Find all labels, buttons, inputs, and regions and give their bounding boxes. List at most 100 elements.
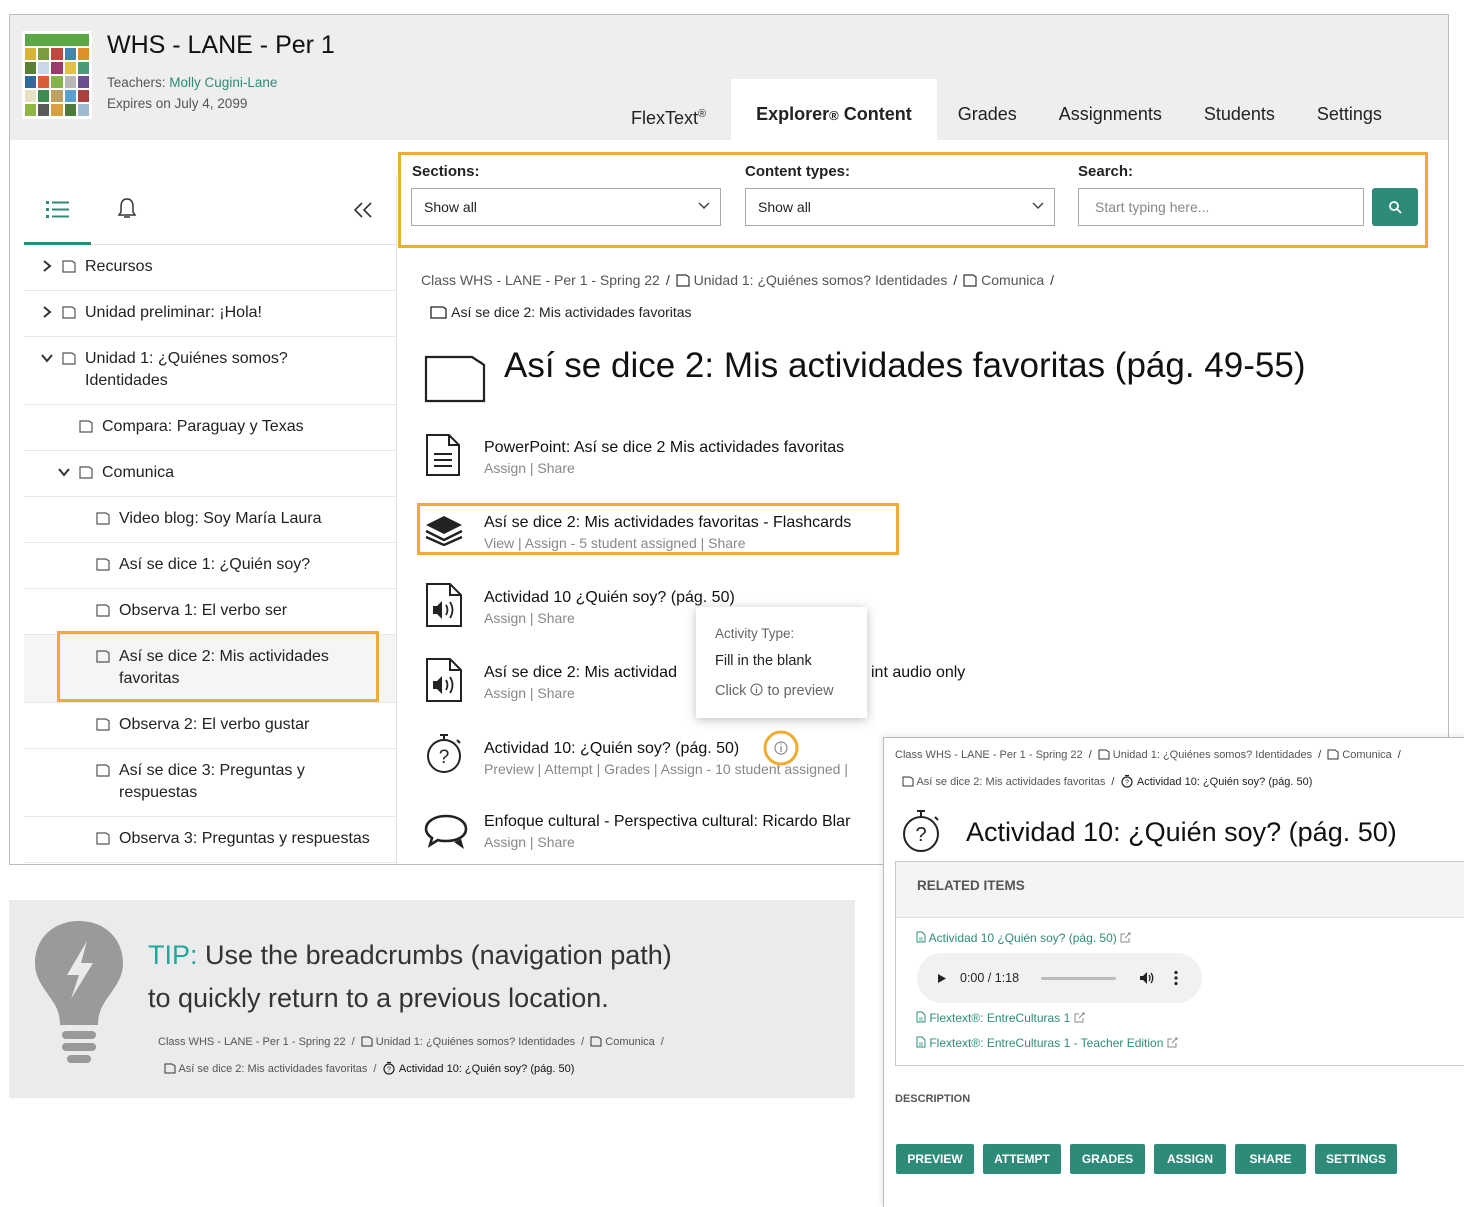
sidebar-item-label: Compara: Paraguay y Texas xyxy=(102,418,304,435)
external-link-icon xyxy=(1167,1037,1178,1048)
sidebar-item[interactable]: Compara: Paraguay y Texas xyxy=(24,405,396,451)
tab-settings[interactable]: Settings xyxy=(1296,79,1403,140)
sections-label: Sections: xyxy=(412,163,480,180)
sidebar-item-label: Observa 1: El verbo ser xyxy=(119,602,288,619)
search-button[interactable] xyxy=(1372,188,1418,226)
folder-icon xyxy=(96,718,110,731)
sidebar-item-label: Recursos xyxy=(85,258,153,275)
list-icon[interactable] xyxy=(46,199,70,219)
sidebar-item[interactable]: Video blog: Soy María Laura xyxy=(24,497,396,543)
chevron-down-icon xyxy=(698,202,710,210)
chevron-right-icon[interactable] xyxy=(40,305,54,319)
sidebar-item[interactable]: Observa 1: El verbo ser xyxy=(24,589,396,635)
folder-icon xyxy=(676,274,690,287)
layers-icon xyxy=(425,516,463,546)
document-icon xyxy=(916,1011,926,1023)
settings-button[interactable]: SETTINGS xyxy=(1315,1144,1397,1174)
content-tree: Recursos Unidad preliminar: ¡Hola! Unidad … xyxy=(24,245,396,863)
breadcrumb-section[interactable]: Comunica xyxy=(981,272,1044,288)
sidebar-item[interactable]: Unidad preliminar: ¡Hola! xyxy=(24,291,396,337)
detail-title: Actividad 10: ¿Quién soy? (pág. 50) xyxy=(966,817,1397,847)
volume-icon[interactable] xyxy=(1139,971,1155,985)
tab-students[interactable]: Students xyxy=(1183,79,1296,140)
folder-icon xyxy=(62,306,76,319)
bell-icon[interactable] xyxy=(117,197,137,221)
folder-icon xyxy=(62,352,76,365)
svg-text:?: ? xyxy=(1125,780,1129,787)
external-link-icon xyxy=(1074,1012,1085,1023)
tooltip-type-label: Activity Type: xyxy=(715,626,795,641)
folder-icon xyxy=(96,512,110,525)
sidebar-item[interactable]: Observa 3: Preguntas y respuestas xyxy=(24,817,396,863)
related-item-link[interactable]: Actividad 10 ¿Quién soy? (pág. 50) xyxy=(916,931,1131,945)
sidebar-item-label: Así se dice 1: ¿Quién soy? xyxy=(119,556,311,573)
sidebar-item-label: Así se dice 3: Preguntas y respuestas xyxy=(119,762,305,801)
grades-button[interactable]: GRADES xyxy=(1070,1144,1145,1174)
document-icon xyxy=(916,1036,926,1048)
chevron-down-icon[interactable] xyxy=(40,351,54,365)
sidebar-item[interactable]: Comunica xyxy=(24,451,396,497)
folder-icon xyxy=(430,306,447,319)
external-link-icon xyxy=(1120,932,1131,943)
sidebar-item-label: Comunica xyxy=(102,464,175,481)
chat-bubbles-icon xyxy=(424,814,468,849)
share-button[interactable]: SHARE xyxy=(1235,1144,1306,1174)
folder-icon xyxy=(590,1036,602,1047)
description-label: DESCRIPTION xyxy=(895,1093,971,1105)
filter-bar: Sections: Show all Content types: Show a… xyxy=(398,152,1428,248)
folder-icon xyxy=(361,1036,373,1047)
chevron-down-icon[interactable] xyxy=(57,465,71,479)
assign-button[interactable]: ASSIGN xyxy=(1154,1144,1226,1174)
course-title: WHS - LANE - Per 1 xyxy=(107,31,335,59)
chevron-right-icon[interactable] xyxy=(40,259,54,273)
breadcrumb-unit[interactable]: Unidad 1: ¿Quiénes somos? Identidades xyxy=(694,272,948,288)
sidebar-item-label: Observa 3: Preguntas y respuestas xyxy=(119,830,370,847)
content-types-label: Content types: xyxy=(745,163,850,180)
collapse-sidebar-icon[interactable] xyxy=(352,201,374,219)
sidebar-item[interactable]: Unidad 1: ¿Quiénes somos? Identidades xyxy=(24,337,396,405)
preview-button[interactable]: PREVIEW xyxy=(896,1144,974,1174)
content-types-select[interactable]: Show all xyxy=(745,188,1055,226)
content-item[interactable]: Así se dice 2: Mis actividad Assign | Sh… xyxy=(484,664,677,701)
info-icon[interactable] xyxy=(762,729,800,767)
sidebar-item-label: Observa 2: El verbo gustar xyxy=(119,716,310,733)
page-title: Así se dice 2: Mis actividades favoritas… xyxy=(504,346,1306,385)
tab-assignments[interactable]: Assignments xyxy=(1038,79,1183,140)
sidebar-item-label: Unidad 1: ¿Quiénes somos? Identidades xyxy=(85,350,288,389)
expiry-date: Expires on July 4, 2099 xyxy=(107,96,248,111)
stopwatch-question-icon: ? xyxy=(383,1061,396,1075)
breadcrumb-current: Así se dice 2: Mis actividades favoritas xyxy=(430,304,692,320)
search-icon xyxy=(1389,201,1402,214)
folder-icon xyxy=(96,832,110,845)
tab-explorer-content[interactable]: Explorer® Content xyxy=(731,79,937,140)
tab-grades[interactable]: Grades xyxy=(937,79,1038,140)
tab-flextext[interactable]: FlexText® xyxy=(610,79,727,140)
sidebar-item[interactable]: Observa 2: El verbo gustar xyxy=(24,703,396,749)
sidebar-item[interactable]: Así se dice 1: ¿Quién soy? xyxy=(24,543,396,589)
more-options-icon[interactable] xyxy=(1174,970,1178,986)
breadcrumb-class[interactable]: Class WHS - LANE - Per 1 - Spring 22 xyxy=(421,272,660,288)
search-input[interactable]: Start typing here... xyxy=(1078,188,1364,226)
course-cover-image xyxy=(22,31,92,119)
tip-breadcrumb: Class WHS - LANE - Per 1 - Spring 22/ Un… xyxy=(158,1036,664,1048)
svg-text:?: ? xyxy=(439,747,450,768)
sections-select[interactable]: Show all xyxy=(411,188,721,226)
content-item[interactable]: Así se dice 2: Mis actividades favoritas… xyxy=(484,514,851,551)
lightbulb-icon xyxy=(35,921,123,1063)
content-item[interactable]: Enfoque cultural - Perspectiva cultural:… xyxy=(484,813,850,850)
stopwatch-question-icon: ? xyxy=(1121,774,1134,788)
folder-icon xyxy=(96,604,110,617)
audio-progress-track[interactable] xyxy=(1041,977,1116,980)
audio-file-icon xyxy=(426,583,462,627)
sidebar: Recursos Unidad preliminar: ¡Hola! Unidad … xyxy=(24,175,396,864)
related-item-link[interactable]: Flextext®: EntreCulturas 1 - Teacher Edi… xyxy=(916,1036,1178,1050)
play-icon[interactable] xyxy=(937,973,947,984)
content-item[interactable]: PowerPoint: Así se dice 2 Mis actividade… xyxy=(484,439,844,476)
folder-icon xyxy=(1327,749,1339,760)
info-icon xyxy=(750,683,764,696)
teacher-link[interactable]: Molly Cugini-Lane xyxy=(169,75,277,90)
related-item-link[interactable]: Flextext®: EntreCulturas 1 xyxy=(916,1011,1085,1025)
sidebar-item[interactable]: Así se dice 3: Preguntas y respuestas xyxy=(24,749,396,817)
attempt-button[interactable]: ATTEMPT xyxy=(983,1144,1061,1174)
sidebar-item[interactable]: Recursos xyxy=(24,245,396,291)
